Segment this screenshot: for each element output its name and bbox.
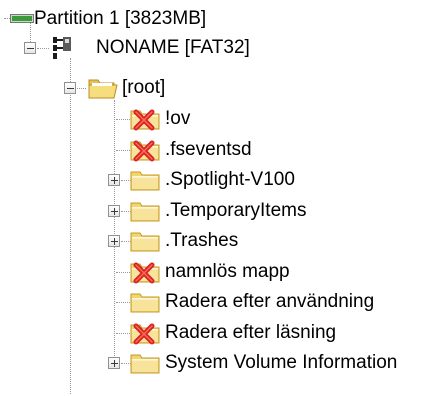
file-tree: Partition 1 [3823MB] NONAME [FAT32] [roo… <box>0 0 428 396</box>
folder-open-icon <box>88 79 118 99</box>
tree-row-item[interactable]: Radera efter användning <box>163 285 376 319</box>
tree-item-label: .Spotlight-V100 <box>165 169 295 190</box>
tree-connector <box>116 150 130 151</box>
folder-icon <box>130 171 160 191</box>
volume-label: NONAME [FAT32] <box>96 37 250 58</box>
tree-item-label: .TemporaryItems <box>165 200 307 221</box>
tree-row-item[interactable]: .Spotlight-V100 <box>163 163 297 197</box>
folder-icon <box>130 354 160 374</box>
tree-item-label: namnlös mapp <box>165 261 290 282</box>
deleted-folder-icon <box>130 140 160 162</box>
tree-row-volume[interactable]: NONAME [FAT32] <box>94 31 252 65</box>
collapse-toggle-volume[interactable] <box>24 42 36 54</box>
expand-toggle[interactable] <box>108 205 120 217</box>
expand-toggle[interactable] <box>108 357 120 369</box>
tree-item-label: Radera efter läsning <box>165 322 337 343</box>
tree-connector <box>116 272 130 273</box>
folder-icon <box>130 293 160 313</box>
tree-item-label: Radera efter användning <box>165 291 375 312</box>
tree-row-item[interactable]: .Trashes <box>163 224 240 258</box>
tree-connector <box>116 333 130 334</box>
tree-row-item[interactable]: !ov <box>163 102 192 136</box>
expand-toggle[interactable] <box>108 174 120 186</box>
tree-item-label: !ov <box>165 108 191 129</box>
tree-item-label: .Trashes <box>165 230 239 251</box>
tree-row-root[interactable]: [root] <box>120 71 167 105</box>
volume-icon <box>53 37 71 59</box>
partition-label: Partition 1 [3823MB] <box>34 8 207 29</box>
tree-connector <box>116 302 130 303</box>
folder-icon <box>130 202 160 222</box>
tree-connector <box>116 119 130 120</box>
tree-row-item[interactable]: .fseventsd <box>163 133 254 167</box>
tree-connector <box>37 48 49 49</box>
tree-row-item[interactable]: .TemporaryItems <box>163 194 308 228</box>
folder-icon <box>130 232 160 252</box>
expand-toggle[interactable] <box>108 235 120 247</box>
tree-connector <box>70 58 71 394</box>
tree-row-item[interactable]: namnlös mapp <box>163 255 292 289</box>
tree-item-label: System Volume Information <box>165 352 398 373</box>
tree-connector <box>114 100 115 362</box>
tree-item-label: .fseventsd <box>165 139 252 160</box>
deleted-folder-icon <box>130 262 160 284</box>
collapse-toggle-root[interactable] <box>64 82 76 94</box>
deleted-folder-icon <box>130 109 160 131</box>
deleted-folder-icon <box>130 323 160 345</box>
partition-icon <box>10 14 34 23</box>
tree-row-item[interactable]: System Volume Information <box>163 346 399 380</box>
tree-row-item[interactable]: Radera efter läsning <box>163 316 338 350</box>
root-label: [root] <box>122 77 166 98</box>
